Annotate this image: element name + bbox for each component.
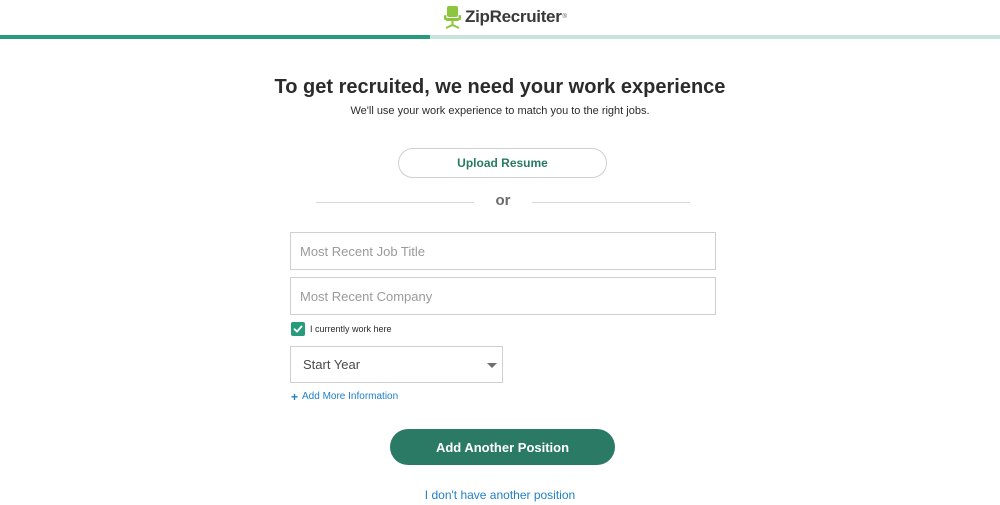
add-another-position-button[interactable]: Add Another Position [390, 429, 615, 465]
add-more-information-link[interactable]: + Add More Information [291, 389, 399, 404]
divider-or-text: or [495, 192, 511, 209]
company-input[interactable] [290, 277, 716, 315]
progress-bar-fill [0, 35, 430, 39]
current-work-label: I currently work here [310, 324, 392, 334]
chevron-down-icon [487, 363, 497, 368]
upload-resume-button[interactable]: Upload Resume [398, 148, 607, 178]
logo-registered-mark: ® [562, 14, 567, 20]
checkmark-icon [293, 325, 303, 333]
current-work-checkbox[interactable] [291, 322, 305, 336]
page-subtitle: We'll use your work experience to match … [350, 105, 650, 117]
logo-text: ZipRecruiter [465, 7, 562, 26]
current-work-row: I currently work here [291, 322, 392, 336]
start-year-select[interactable]: Start Year [290, 346, 503, 383]
job-title-input[interactable] [290, 232, 716, 270]
add-more-label: Add More Information [302, 391, 399, 402]
plus-icon: + [291, 389, 299, 404]
divider-right [532, 202, 690, 203]
progress-bar [0, 35, 1000, 39]
start-year-value: Start Year [303, 357, 361, 372]
office-chair-icon [444, 5, 461, 29]
page-title: To get recruited, we need your work expe… [274, 76, 726, 98]
divider-left [316, 202, 474, 203]
no-other-position-link[interactable]: I don't have another position [0, 488, 1000, 502]
header: ZipRecruiter ® [0, 0, 1000, 35]
ziprecruiter-logo[interactable]: ZipRecruiter ® [444, 5, 567, 29]
